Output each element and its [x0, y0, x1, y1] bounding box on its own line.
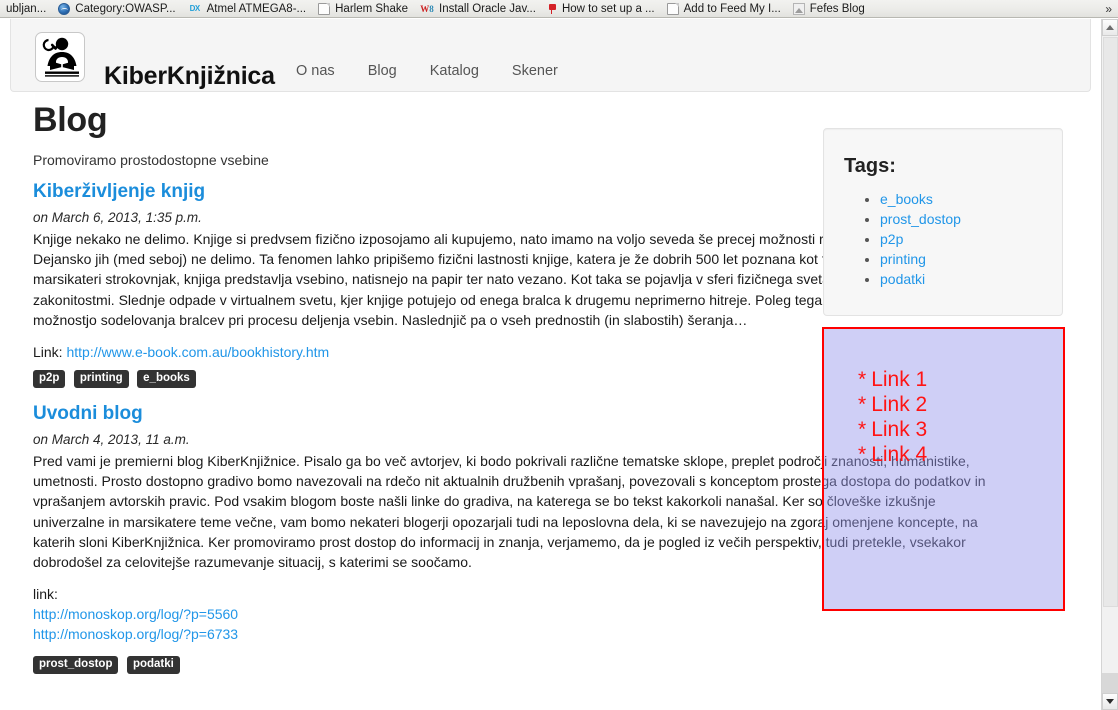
highlighted-overlay-box: * Link 1 * Link 2 * Link 3 * Link 4 [822, 327, 1065, 611]
overlay-link-label[interactable]: Link 3 [871, 418, 927, 441]
bookmark-label: How to set up a ... [561, 2, 655, 15]
post-external-link[interactable]: http://www.e-book.com.au/bookhistory.htm [66, 344, 329, 360]
bookmark-item[interactable]: W8 Install Oracle Jav... [414, 0, 542, 17]
browser-bookmarks-bar: ubljan... Category:OWASP... DX Atmel ATM… [0, 0, 1118, 18]
overlay-link-list: * Link 1 * Link 2 * Link 3 * Link 4 [858, 367, 927, 467]
list-item: p2p [880, 229, 961, 249]
brand-title[interactable]: KiberKnjižnica [104, 62, 275, 91]
bookmark-item[interactable]: DX Atmel ATMEGA8-... [182, 0, 312, 17]
picture-icon [792, 2, 805, 15]
post-title-link[interactable]: Kiberživljenje knjig [33, 180, 803, 204]
document-icon [666, 2, 679, 15]
nav-item-o-nas[interactable]: O nas [296, 63, 335, 79]
site-tagline: Promoviramo prostodostopne vsebine [33, 152, 269, 168]
list-item[interactable]: * Link 2 [858, 392, 927, 417]
nav-item-blog[interactable]: Blog [368, 63, 397, 79]
scroll-down-button[interactable] [1102, 693, 1118, 710]
list-item[interactable]: * Link 3 [858, 417, 927, 442]
tag-badge[interactable]: e_books [137, 370, 196, 389]
bookmark-label: Fefes Blog [809, 2, 865, 15]
main-content: Blog Promoviramo prostodostopne vsebine … [33, 100, 1008, 680]
bookmark-item[interactable]: Harlem Shake [312, 0, 414, 17]
page-title: Blog [33, 101, 108, 139]
chevron-up-icon [1106, 25, 1114, 30]
dx-icon: DX [189, 3, 201, 13]
asterisk-bullet-icon: * [858, 443, 867, 466]
bookmark-item[interactable]: ubljan... [0, 0, 52, 17]
red-flag-icon [548, 3, 557, 15]
bookmark-label: Category:OWASP... [75, 2, 176, 15]
post-link-line: Link: http://www.e-book.com.au/bookhisto… [33, 344, 803, 360]
document-icon [318, 2, 331, 15]
post-tags: p2p printing e_books [33, 368, 803, 389]
bookmark-label: ubljan... [6, 2, 47, 15]
sidebar-tag-e-books[interactable]: e_books [880, 191, 933, 207]
bookmarks-overflow-button[interactable]: » [1101, 0, 1116, 17]
list-item[interactable]: * Link 1 [858, 367, 927, 392]
list-item: podatki [880, 269, 961, 289]
w8-icon: W8 [420, 3, 434, 14]
asterisk-bullet-icon: * [858, 393, 867, 416]
nav-item-skener[interactable]: Skener [512, 63, 558, 79]
post-external-link[interactable]: http://monoskop.org/log/?p=5560 [33, 606, 238, 622]
blog-post: Kiberživljenje knjig on March 6, 2013, 1… [33, 180, 1008, 389]
sidebar-tags-panel: Tags: e_books prost_dostop p2p printing … [823, 128, 1063, 316]
main-nav: O nas Blog Katalog Skener [296, 63, 558, 79]
list-item: prost_dostop [880, 209, 961, 229]
library-reader-icon[interactable] [35, 32, 85, 82]
bookmark-item[interactable]: How to set up a ... [542, 0, 661, 17]
bookmark-item[interactable]: Category:OWASP... [52, 0, 181, 17]
bookmark-item[interactable]: Add to Feed My I... [661, 0, 787, 17]
post-date: on March 6, 2013, 1:35 p.m. [33, 210, 202, 225]
tag-badge[interactable]: p2p [33, 370, 66, 389]
bookmark-item[interactable]: Fefes Blog [787, 0, 871, 17]
scrollbar-thumb[interactable] [1103, 37, 1118, 607]
overlay-link-label[interactable]: Link 1 [871, 368, 927, 391]
site-navbar: KiberKnjižnica O nas Blog Katalog Skener [10, 19, 1091, 92]
bookmark-label: Install Oracle Jav... [439, 2, 536, 15]
sidebar-tag-p2p[interactable]: p2p [880, 231, 903, 247]
overlay-link-label[interactable]: Link 2 [871, 393, 927, 416]
tag-badge[interactable]: prost_dostop [33, 656, 119, 675]
post-link-label: link: [33, 586, 58, 603]
post-title-link[interactable]: Uvodni blog [33, 402, 803, 426]
sidebar-tag-prost-dostop[interactable]: prost_dostop [880, 211, 961, 227]
bookmark-label: Atmel ATMEGA8-... [206, 2, 307, 15]
list-item[interactable]: * Link 4 [858, 442, 927, 467]
asterisk-bullet-icon: * [858, 368, 867, 391]
globe-icon [58, 2, 71, 15]
bookmark-label: Add to Feed My I... [683, 2, 781, 15]
asterisk-bullet-icon: * [858, 418, 867, 441]
tags-heading: Tags: [844, 155, 896, 177]
tag-badge[interactable]: podatki [126, 656, 180, 675]
blog-post: Uvodni blog on March 4, 2013, 11 a.m. Pr… [33, 402, 986, 675]
sidebar-tag-printing[interactable]: printing [880, 251, 926, 267]
sidebar-tags-list: e_books prost_dostop p2p printing podatk… [864, 189, 961, 289]
sidebar-tag-podatki[interactable]: podatki [880, 271, 925, 287]
scrollbar-track[interactable] [1102, 673, 1118, 693]
tag-badge[interactable]: printing [73, 370, 129, 389]
overlay-link-label[interactable]: Link 4 [871, 443, 927, 466]
post-tags: prost_dostop podatki [33, 654, 803, 675]
vertical-scrollbar[interactable] [1101, 19, 1118, 710]
post-link-list: link: http://monoskop.org/log/?p=5560 ht… [33, 584, 803, 644]
chevron-down-icon [1106, 699, 1114, 704]
post-link-label: Link: [33, 344, 63, 361]
list-item: printing [880, 249, 961, 269]
post-external-link[interactable]: http://monoskop.org/log/?p=6733 [33, 626, 238, 642]
list-item: e_books [880, 189, 961, 209]
nav-item-katalog[interactable]: Katalog [430, 63, 479, 79]
scroll-up-button[interactable] [1102, 19, 1118, 36]
post-date: on March 4, 2013, 11 a.m. [33, 432, 190, 448]
page-viewport: KiberKnjižnica O nas Blog Katalog Skener… [0, 19, 1101, 710]
bookmark-label: Harlem Shake [335, 2, 408, 15]
